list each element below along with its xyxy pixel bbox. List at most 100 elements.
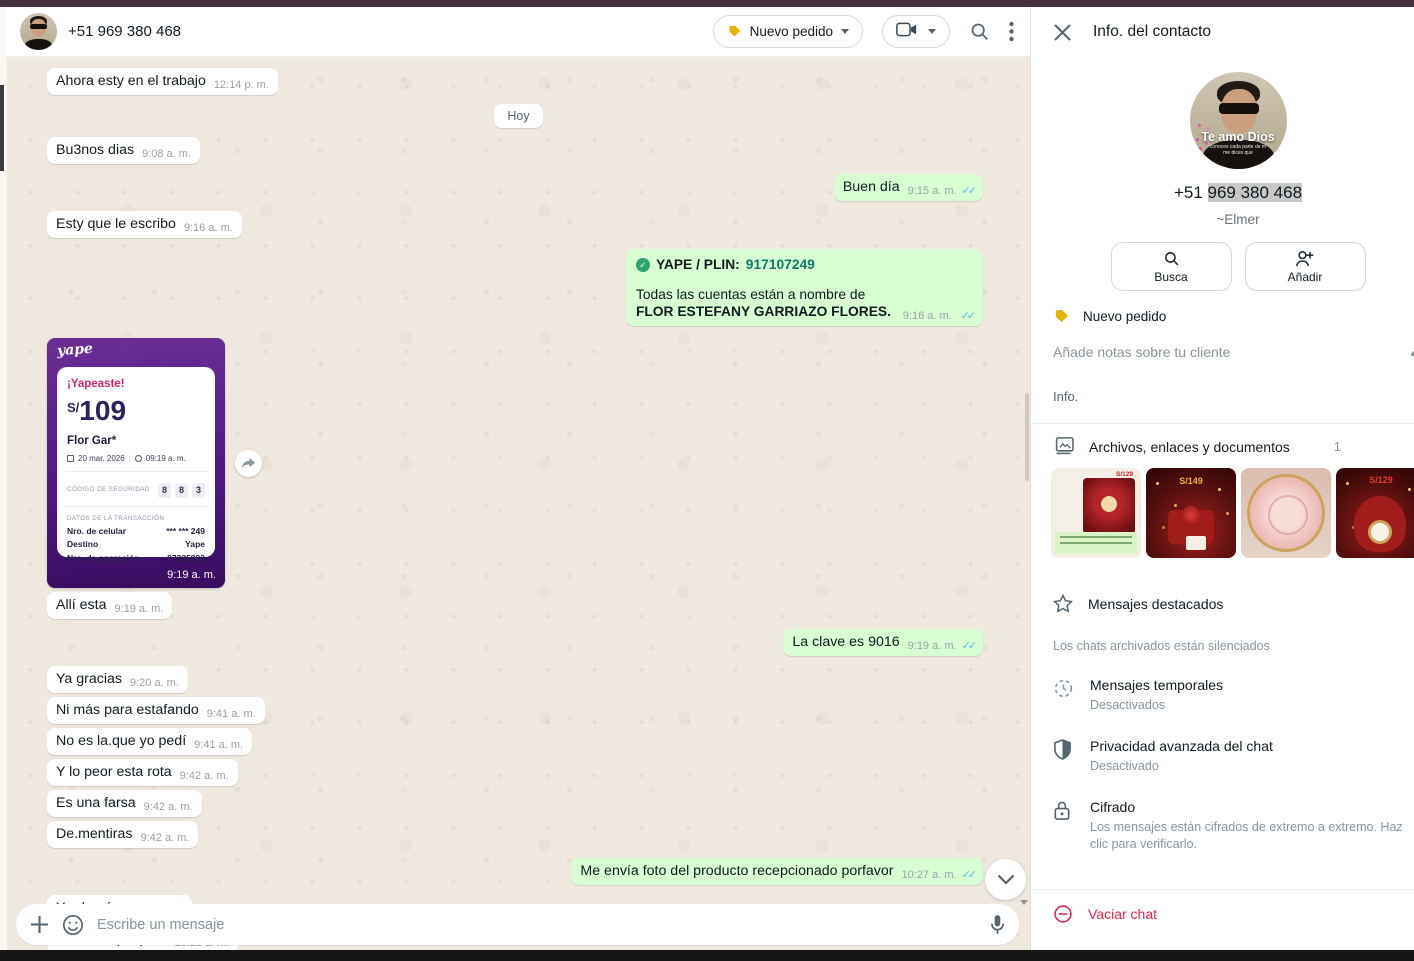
left-rail [0, 7, 7, 950]
avatar-sunglasses [30, 24, 47, 29]
close-icon[interactable] [1053, 23, 1072, 42]
receipt-headline: ¡Yapeaste! [67, 378, 205, 390]
media-thumbnail-rose-clock[interactable]: S/129 [1336, 468, 1414, 558]
bokeh-lights [1156, 482, 1159, 485]
chat-contact-phone[interactable]: +51 969 380 468 [68, 23, 713, 40]
message-bubble-out[interactable]: La clave es 90169:19 a. m.✓✓ [783, 629, 983, 656]
message-input[interactable]: Escribe un mensaje [97, 917, 977, 933]
message-text: Y lo peor esta rota [56, 764, 172, 780]
message-bubble-in[interactable]: Es una farsa9:42 a. m. [47, 790, 202, 817]
security-code-label: CÓDIGO DE SEGURIDAD [67, 486, 150, 493]
yape-plin-label: YAPE / PLIN: [656, 257, 740, 272]
message-time: 9:20 a. m. [130, 677, 179, 689]
yape-plin-number: 917107249 [746, 257, 815, 272]
message-time: 9:42 a. m. [140, 832, 189, 844]
label-row-nuevo-pedido[interactable]: Nuevo pedido [1031, 291, 1414, 325]
forward-message-button[interactable] [235, 450, 262, 477]
message-text: Ya gracias [56, 671, 122, 687]
contact-push-name: ~Elmer [1031, 212, 1414, 227]
product-photo [1083, 478, 1135, 534]
price-text: S/149 [1146, 476, 1236, 486]
notes-placeholder: Añade notas sobre tu cliente [1053, 344, 1230, 360]
setting-title: Mensajes temporales [1090, 677, 1223, 693]
message-bubble-in[interactable]: Ni más para estafando9:41 a. m. [47, 697, 265, 724]
search-icon[interactable] [969, 21, 990, 42]
yape-logo: yape [56, 341, 93, 359]
message-text: Esty que le escribo [56, 216, 176, 232]
danger-section: Vaciar chat Bloquear a +51 969 380 468 [1031, 890, 1414, 950]
message-row: No es la.que yo pedí9:41 a. m. [7, 728, 1030, 755]
receipt-amount: 109 [79, 395, 126, 426]
shield-icon [1053, 738, 1075, 775]
message-bubble-in[interactable]: Ya gracias 9:20 a. m. [47, 666, 188, 693]
message-bubble-in[interactable]: Allí esta9:19 a. m. [47, 592, 172, 619]
tx-row-value: 07335883 [167, 553, 205, 563]
disappearing-messages-row[interactable]: Mensajes temporales Desactivados [1031, 653, 1414, 714]
read-ticks-icon: ✓✓ [961, 310, 973, 322]
receipt-currency: S/ [67, 400, 79, 415]
green-check-emoji: ✓ [636, 258, 650, 272]
label-text: Nuevo pedido [1083, 309, 1166, 324]
composer-bar: Escribe un mensaje [16, 904, 1019, 945]
emoji-sticker-icon[interactable] [62, 914, 84, 936]
avatar-sub-caption: conoces cada parte de m me dices que [1190, 144, 1287, 156]
scroll-to-bottom-button[interactable] [985, 859, 1026, 900]
nuevo-pedido-dropdown[interactable]: Nuevo pedido [713, 15, 863, 48]
clear-chat-button[interactable]: Vaciar chat [1031, 890, 1414, 938]
message-bubble-in[interactable]: No es la.que yo pedí9:41 a. m. [47, 728, 252, 755]
starred-messages-row[interactable]: Mensajes destacados [1031, 558, 1414, 613]
security-code: 883 [154, 480, 205, 498]
yape-receipt-card: ¡Yapeaste! S/109 Flor Gar* 20 mar. 2026 … [57, 367, 215, 557]
video-camera-icon [896, 22, 917, 42]
media-thumbnail-pink-rose[interactable] [1241, 468, 1331, 558]
message-text: No es la.que yo pedí [56, 733, 186, 749]
gift-card [1186, 536, 1206, 550]
attach-plus-icon[interactable] [30, 915, 49, 934]
scrollbar-down-arrow[interactable] [1020, 900, 1028, 905]
avatar-pink-speckles [1198, 124, 1201, 127]
message-row: De.mentiras9:42 a. m. [7, 821, 1030, 848]
menu-kebab-icon[interactable] [1009, 21, 1014, 42]
media-count: 1 [1334, 439, 1341, 454]
message-bubble-in[interactable]: Esty que le escribo9:16 a. m. [47, 211, 242, 238]
tx-row-value: *** *** 249 [166, 526, 205, 536]
contact-profile-photo[interactable]: Te amo Dios conoces cada parte de m me d… [1190, 72, 1287, 169]
media-thumbnail-chat-screenshot[interactable]: S/129 [1051, 468, 1141, 558]
read-ticks-icon: ✓✓ [962, 869, 974, 881]
message-row: Buen día9:15 a. m.✓✓ [7, 174, 1030, 201]
message-text: Todas las cuentas están a nombre de [636, 287, 973, 302]
video-call-button[interactable] [882, 15, 950, 48]
receipt-date: 20 mar. 2026 [78, 454, 125, 463]
contact-phone-number[interactable]: +51 969 380 468 [1031, 183, 1414, 203]
media-files-row[interactable]: Archivos, enlaces y documentos 1 [1031, 424, 1414, 465]
edit-pencil-icon[interactable] [1409, 342, 1414, 361]
message-bubble-in[interactable]: De.mentiras9:42 a. m. [47, 821, 198, 848]
receipt-payee: Flor Gar* [67, 435, 205, 447]
message-bubble-out[interactable]: Buen día9:15 a. m.✓✓ [834, 174, 983, 201]
yape-receipt-image[interactable]: yape ¡Yapeaste! S/109 Flor Gar* 20 mar. … [47, 338, 225, 588]
add-contact-button[interactable]: Añadir [1245, 242, 1366, 291]
advanced-privacy-row[interactable]: Privacidad avanzada del chat Desactivado [1031, 714, 1414, 775]
chat-contact-avatar[interactable] [20, 13, 57, 50]
setting-title: Privacidad avanzada del chat [1090, 738, 1273, 754]
message-bubble-out[interactable]: Me envía foto del producto recepcionado … [571, 858, 983, 885]
read-ticks-icon: ✓✓ [962, 185, 974, 197]
search-in-chat-button[interactable]: Busca [1111, 242, 1232, 291]
message-bubble-yape-info[interactable]: ✓ YAPE / PLIN: 917107249 Todas las cuent… [626, 249, 983, 326]
mic-icon[interactable] [990, 914, 1005, 935]
message-text: Ahora esty en el trabajo [56, 73, 206, 89]
encryption-row[interactable]: Cifrado Los mensajes están cifrados de e… [1031, 775, 1414, 853]
archived-chats-note: Los chats archivados están silenciados [1031, 613, 1414, 653]
chevron-down-icon [928, 29, 936, 34]
message-bubble-in[interactable]: Ahora esty en el trabajo12:14 p. m. [47, 68, 278, 95]
left-scrollbar-thumb[interactable] [0, 85, 4, 171]
message-bubble-in[interactable]: Bu3nos dias9:08 a. m. [47, 137, 200, 164]
rose-closeup [1247, 474, 1325, 552]
message-row: Ahora esty en el trabajo12:14 p. m. [7, 68, 1030, 95]
chat-scrollbar-thumb[interactable] [1025, 393, 1029, 481]
message-bubble-in[interactable]: Y lo peor esta rota9:42 a. m. [47, 759, 238, 786]
message-time: 9:08 a. m. [142, 148, 191, 160]
block-contact-button[interactable]: Bloquear a +51 969 380 468 [1031, 942, 1414, 950]
media-thumbnail-rose-box[interactable]: S/149 [1146, 468, 1236, 558]
client-notes-field[interactable]: Añade notas sobre tu cliente [1031, 325, 1414, 360]
